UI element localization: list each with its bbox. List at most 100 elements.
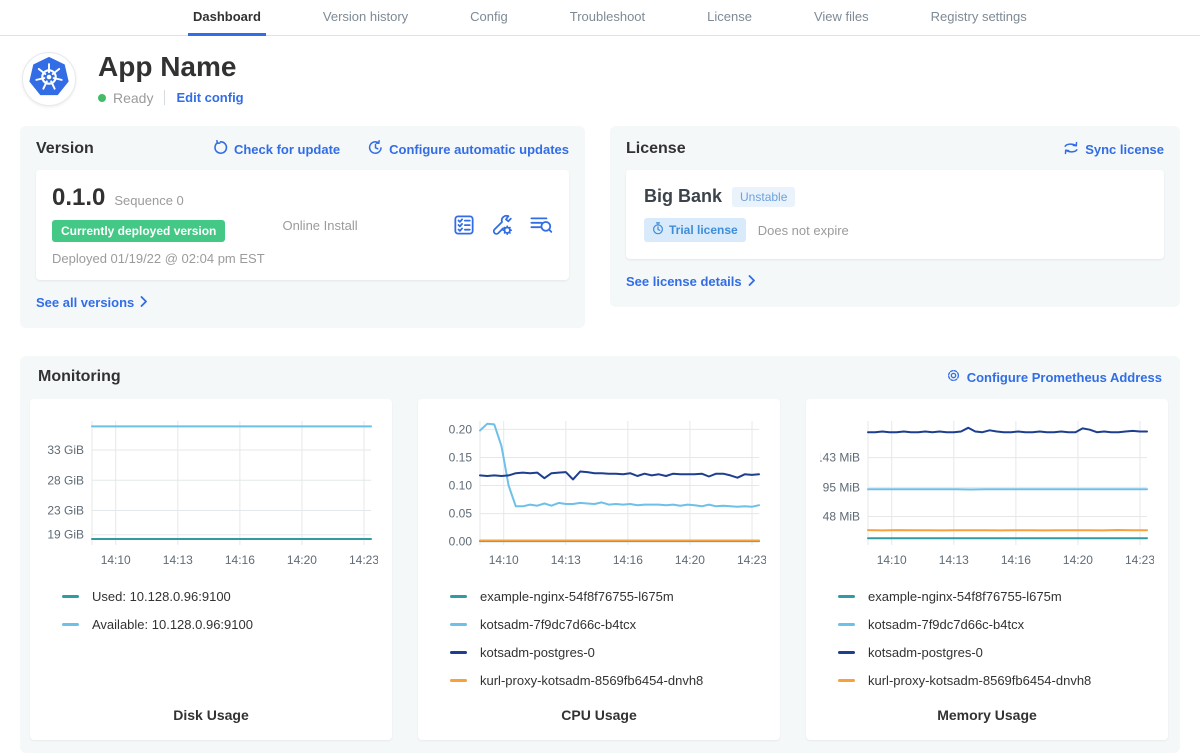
- legend-swatch: [62, 623, 79, 626]
- version-card: Version Check for update: [20, 126, 585, 328]
- memory-usage-legend: example-nginx-54f8f76755-l675m kotsadm-7…: [838, 589, 1154, 688]
- monitoring-title: Monitoring: [38, 368, 121, 386]
- legend-label: kotsadm-postgres-0: [480, 645, 595, 660]
- legend-swatch: [838, 623, 855, 626]
- kubernetes-icon: [26, 54, 72, 105]
- svg-text:0.05: 0.05: [449, 507, 473, 521]
- sync-license-link[interactable]: Sync license: [1063, 141, 1164, 158]
- status-text: Ready: [113, 90, 153, 106]
- legend-label: kurl-proxy-kotsadm-8569fb6454-dnvh8: [480, 673, 703, 688]
- license-card: License Sync license Big Bank Unstable: [610, 126, 1180, 307]
- legend-swatch: [838, 595, 855, 598]
- app-header: App Name Ready Edit config: [0, 36, 1200, 116]
- refresh-icon: [213, 140, 228, 158]
- svg-text:14:10: 14:10: [877, 553, 907, 567]
- legend-item: example-nginx-54f8f76755-l675m: [838, 589, 1154, 604]
- see-license-details-link[interactable]: See license details: [626, 274, 756, 289]
- install-type: Online Install: [282, 218, 453, 233]
- tab-license[interactable]: License: [702, 0, 757, 36]
- edit-config-link[interactable]: Edit config: [176, 90, 243, 105]
- app-logo: [22, 52, 76, 106]
- svg-text:95 MiB: 95 MiB: [823, 480, 860, 494]
- tab-version-history[interactable]: Version history: [318, 0, 413, 36]
- legend-swatch: [838, 651, 855, 654]
- tab-registry-settings[interactable]: Registry settings: [926, 0, 1032, 36]
- channel-badge: Unstable: [732, 187, 795, 207]
- svg-text:14:23: 14:23: [737, 553, 766, 567]
- svg-text:33 GiB: 33 GiB: [47, 443, 84, 457]
- current-version-panel: 0.1.0 Sequence 0 Currently deployed vers…: [36, 170, 569, 280]
- license-details-panel: Big Bank Unstable Trial license Does not…: [626, 170, 1164, 259]
- configure-automatic-updates-link[interactable]: Configure automatic updates: [368, 140, 569, 158]
- disk-usage-chart-card: 14:1014:1314:1614:2014:2319 GiB23 GiB28 …: [30, 399, 392, 740]
- divider: [164, 90, 165, 105]
- svg-text:14:20: 14:20: [1063, 553, 1093, 567]
- legend-item: kurl-proxy-kotsadm-8569fb6454-dnvh8: [450, 673, 766, 688]
- svg-text:0.20: 0.20: [449, 422, 473, 436]
- legend-label: example-nginx-54f8f76755-l675m: [868, 589, 1062, 604]
- deployed-timestamp: Deployed 01/19/22 @ 02:04 pm EST: [52, 251, 282, 266]
- cpu-usage-chart-card: 14:1014:1314:1614:2014:230.000.050.100.1…: [418, 399, 780, 740]
- tab-config[interactable]: Config: [465, 0, 513, 36]
- see-license-details-label: See license details: [626, 274, 742, 289]
- legend-item: kurl-proxy-kotsadm-8569fb6454-dnvh8: [838, 673, 1154, 688]
- tab-dashboard[interactable]: Dashboard: [188, 0, 266, 36]
- legend-label: kotsadm-7f9dc7d66c-b4tcx: [868, 617, 1024, 632]
- check-for-update-link[interactable]: Check for update: [213, 140, 340, 158]
- legend-swatch: [450, 623, 467, 626]
- gear-icon: [946, 368, 961, 386]
- svg-text:143 MiB: 143 MiB: [820, 451, 860, 465]
- cpu-usage-legend: example-nginx-54f8f76755-l675m kotsadm-7…: [450, 589, 766, 688]
- edit-config-gear-icon[interactable]: [491, 214, 513, 236]
- legend-label: kotsadm-postgres-0: [868, 645, 983, 660]
- svg-text:14:13: 14:13: [551, 553, 581, 567]
- currently-deployed-badge: Currently deployed version: [52, 220, 225, 242]
- preflight-checks-icon[interactable]: [453, 214, 475, 236]
- legend-item: kotsadm-postgres-0: [838, 645, 1154, 660]
- svg-text:14:16: 14:16: [613, 553, 643, 567]
- schedule-update-icon: [368, 140, 383, 158]
- legend-item: kotsadm-7f9dc7d66c-b4tcx: [838, 617, 1154, 632]
- stopwatch-icon: [652, 222, 664, 238]
- tab-view-files[interactable]: View files: [809, 0, 874, 36]
- monitoring-section: Monitoring Configure Prometheus Address …: [20, 356, 1180, 753]
- sync-license-label: Sync license: [1085, 142, 1164, 157]
- cpu-usage-chart: 14:1014:1314:1614:2014:230.000.050.100.1…: [432, 411, 766, 579]
- legend-item: kotsadm-7f9dc7d66c-b4tcx: [450, 617, 766, 632]
- svg-text:14:16: 14:16: [1001, 553, 1031, 567]
- legend-swatch: [450, 651, 467, 654]
- view-logs-icon[interactable]: [529, 214, 553, 236]
- tab-troubleshoot[interactable]: Troubleshoot: [565, 0, 650, 36]
- legend-swatch: [838, 679, 855, 682]
- svg-text:19 GiB: 19 GiB: [47, 528, 84, 542]
- check-for-update-label: Check for update: [234, 142, 340, 157]
- svg-text:0.15: 0.15: [449, 450, 473, 464]
- sync-icon: [1063, 141, 1079, 158]
- license-expiry: Does not expire: [758, 223, 849, 238]
- version-card-title: Version: [36, 140, 94, 158]
- disk-usage-chart-title: Disk Usage: [44, 707, 378, 740]
- legend-item: kotsadm-postgres-0: [450, 645, 766, 660]
- svg-text:28 GiB: 28 GiB: [47, 473, 84, 487]
- svg-text:14:10: 14:10: [489, 553, 519, 567]
- cpu-usage-chart-title: CPU Usage: [432, 707, 766, 740]
- disk-usage-legend: Used: 10.128.0.96:9100 Available: 10.128…: [62, 589, 378, 632]
- legend-label: kurl-proxy-kotsadm-8569fb6454-dnvh8: [868, 673, 1091, 688]
- customer-name: Big Bank: [644, 186, 722, 207]
- configure-prometheus-label: Configure Prometheus Address: [967, 370, 1162, 385]
- disk-usage-chart: 14:1014:1314:1614:2014:2319 GiB23 GiB28 …: [44, 411, 378, 579]
- trial-license-label: Trial license: [669, 223, 738, 237]
- chevron-right-icon: [140, 295, 148, 310]
- svg-text:14:16: 14:16: [225, 553, 255, 567]
- page-title: App Name: [98, 52, 244, 83]
- svg-text:48 MiB: 48 MiB: [823, 509, 860, 523]
- svg-text:14:13: 14:13: [163, 553, 193, 567]
- see-all-versions-link[interactable]: See all versions: [36, 295, 148, 310]
- legend-swatch: [450, 679, 467, 682]
- license-card-title: License: [626, 140, 686, 158]
- version-sequence: Sequence 0: [114, 193, 183, 208]
- configure-prometheus-link[interactable]: Configure Prometheus Address: [946, 368, 1162, 386]
- legend-label: Used: 10.128.0.96:9100: [92, 589, 231, 604]
- svg-text:14:23: 14:23: [349, 553, 378, 567]
- summary-cards-row: Version Check for update: [0, 126, 1200, 328]
